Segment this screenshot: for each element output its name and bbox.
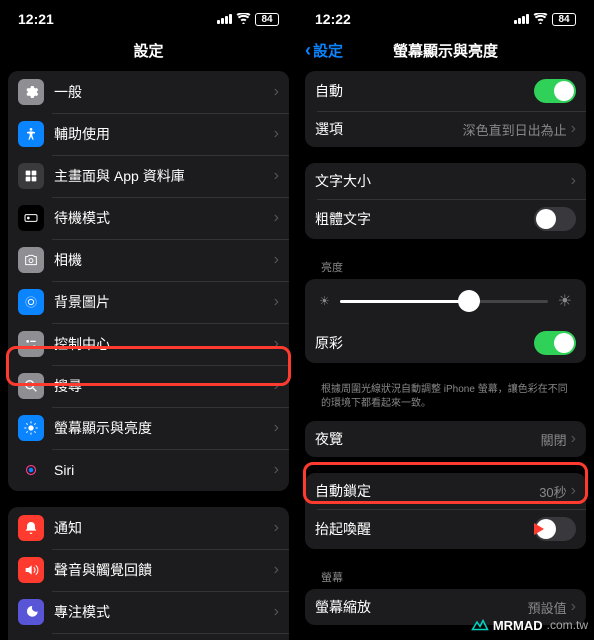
row-label: 一般: [54, 82, 274, 102]
settings-row-siri[interactable]: Siri›: [8, 449, 289, 491]
chevron-right-icon: ›: [571, 482, 576, 500]
raise-to-wake-toggle[interactable]: [534, 517, 576, 541]
standby-icon: [18, 205, 44, 231]
notify-icon: [18, 515, 44, 541]
focus-icon: [18, 599, 44, 625]
signal-icon: [217, 14, 232, 24]
control-icon: [18, 331, 44, 357]
settings-row-gear[interactable]: 一般›: [8, 71, 289, 113]
row-label: 背景圖片: [54, 292, 274, 312]
page-title: 設定: [0, 34, 297, 71]
gear-icon: [18, 79, 44, 105]
siri-icon: [18, 457, 44, 483]
row-label: 聲音與觸覺回饋: [54, 560, 274, 580]
screen-header: 螢幕: [305, 565, 586, 589]
chevron-right-icon: ›: [571, 430, 576, 448]
status-time: 12:22: [315, 11, 351, 27]
watermark: MRMAD.com.tw: [471, 616, 588, 634]
settings-row-sound[interactable]: 聲音與觸覺回饋›: [8, 549, 289, 591]
chevron-right-icon: ›: [571, 172, 576, 190]
sun-small-icon: ☀: [319, 294, 330, 308]
settings-row-display[interactable]: 螢幕顯示與亮度›: [8, 407, 289, 449]
raise-to-wake-row[interactable]: 抬起喚醒: [305, 509, 586, 549]
true-tone-row[interactable]: 原彩: [305, 323, 586, 363]
settings-row-screentime[interactable]: 螢幕使用時間›: [8, 633, 289, 640]
settings-row-wallpaper[interactable]: 背景圖片›: [8, 281, 289, 323]
row-label: 主畫面與 App 資料庫: [54, 166, 274, 186]
row-label: 控制中心: [54, 334, 274, 354]
brightness-slider-row[interactable]: ☀ ☀: [305, 279, 586, 323]
wifi-icon: [533, 12, 548, 27]
chevron-right-icon: ›: [274, 561, 279, 579]
chevron-right-icon: ›: [274, 209, 279, 227]
chevron-right-icon: ›: [274, 603, 279, 621]
row-label: 待機模式: [54, 208, 274, 228]
text-size-row[interactable]: 文字大小 ›: [305, 163, 586, 199]
true-tone-note: 根據周圍光線狀況自動調整 iPhone 螢幕，讓色彩在不同的環境下都看起來一致。: [305, 379, 586, 421]
settings-row-control[interactable]: 控制中心›: [8, 323, 289, 365]
options-row[interactable]: 選項 深色直到日出為止 ›: [305, 111, 586, 147]
status-bar: 12:22 84: [297, 0, 594, 34]
display-brightness-screen: 12:22 84 ‹ 設定 螢幕顯示與亮度: [297, 0, 594, 640]
accessibility-icon: [18, 121, 44, 147]
signal-icon: [514, 14, 529, 24]
auto-toggle[interactable]: [534, 79, 576, 103]
chevron-right-icon: ›: [571, 598, 576, 616]
status-bar: 12:21 84: [0, 0, 297, 34]
brightness-header: 亮度: [305, 255, 586, 279]
settings-row-home[interactable]: 主畫面與 App 資料庫›: [8, 155, 289, 197]
home-icon: [18, 163, 44, 189]
sound-icon: [18, 557, 44, 583]
settings-row-focus[interactable]: 專注模式›: [8, 591, 289, 633]
sun-large-icon: ☀: [558, 291, 572, 311]
camera-icon: [18, 247, 44, 273]
chevron-right-icon: ›: [274, 519, 279, 537]
chevron-right-icon: ›: [571, 120, 576, 138]
row-label: 通知: [54, 518, 274, 538]
status-icons: 84: [217, 12, 279, 27]
settings-row-search[interactable]: 搜尋›: [8, 365, 289, 407]
row-label: 螢幕顯示與亮度: [54, 418, 274, 438]
chevron-right-icon: ›: [274, 293, 279, 311]
battery-icon: 84: [255, 13, 279, 26]
page-title: 螢幕顯示與亮度: [393, 43, 498, 60]
back-button[interactable]: ‹ 設定: [305, 40, 343, 61]
settings-row-camera[interactable]: 相機›: [8, 239, 289, 281]
status-time: 12:21: [18, 11, 54, 27]
auto-lock-row[interactable]: 自動鎖定 30秒 ›: [305, 473, 586, 509]
chevron-right-icon: ›: [274, 377, 279, 395]
night-shift-row[interactable]: 夜覽 關閉 ›: [305, 421, 586, 457]
bold-text-row[interactable]: 粗體文字: [305, 199, 586, 239]
chevron-right-icon: ›: [274, 167, 279, 185]
chevron-left-icon: ‹: [305, 40, 311, 61]
row-label: 專注模式: [54, 602, 274, 622]
row-label: 相機: [54, 250, 274, 270]
settings-row-accessibility[interactable]: 輔助使用›: [8, 113, 289, 155]
watermark-logo-icon: [471, 616, 489, 634]
row-label: 搜尋: [54, 376, 274, 396]
wallpaper-icon: [18, 289, 44, 315]
chevron-right-icon: ›: [274, 335, 279, 353]
true-tone-toggle[interactable]: [534, 331, 576, 355]
row-label: Siri: [54, 462, 274, 478]
chevron-right-icon: ›: [274, 251, 279, 269]
chevron-right-icon: ›: [274, 125, 279, 143]
settings-row-notify[interactable]: 通知›: [8, 507, 289, 549]
wifi-icon: [236, 12, 251, 27]
chevron-right-icon: ›: [274, 83, 279, 101]
chevron-right-icon: ›: [274, 419, 279, 437]
settings-list[interactable]: 一般›輔助使用›主畫面與 App 資料庫›待機模式›相機›背景圖片›控制中心›搜…: [0, 71, 297, 640]
auto-row[interactable]: 自動: [305, 71, 586, 111]
settings-screen: 12:21 84 設定 一般›輔助使用›主畫面與 App 資料庫›待機模式›相機…: [0, 0, 297, 640]
row-label: 輔助使用: [54, 124, 274, 144]
brightness-slider[interactable]: [340, 300, 548, 303]
battery-icon: 84: [552, 13, 576, 26]
page-header: ‹ 設定 螢幕顯示與亮度: [297, 34, 594, 71]
display-icon: [18, 415, 44, 441]
settings-row-standby[interactable]: 待機模式›: [8, 197, 289, 239]
status-icons: 84: [514, 12, 576, 27]
search-icon: [18, 373, 44, 399]
chevron-right-icon: ›: [274, 461, 279, 479]
bold-text-toggle[interactable]: [534, 207, 576, 231]
